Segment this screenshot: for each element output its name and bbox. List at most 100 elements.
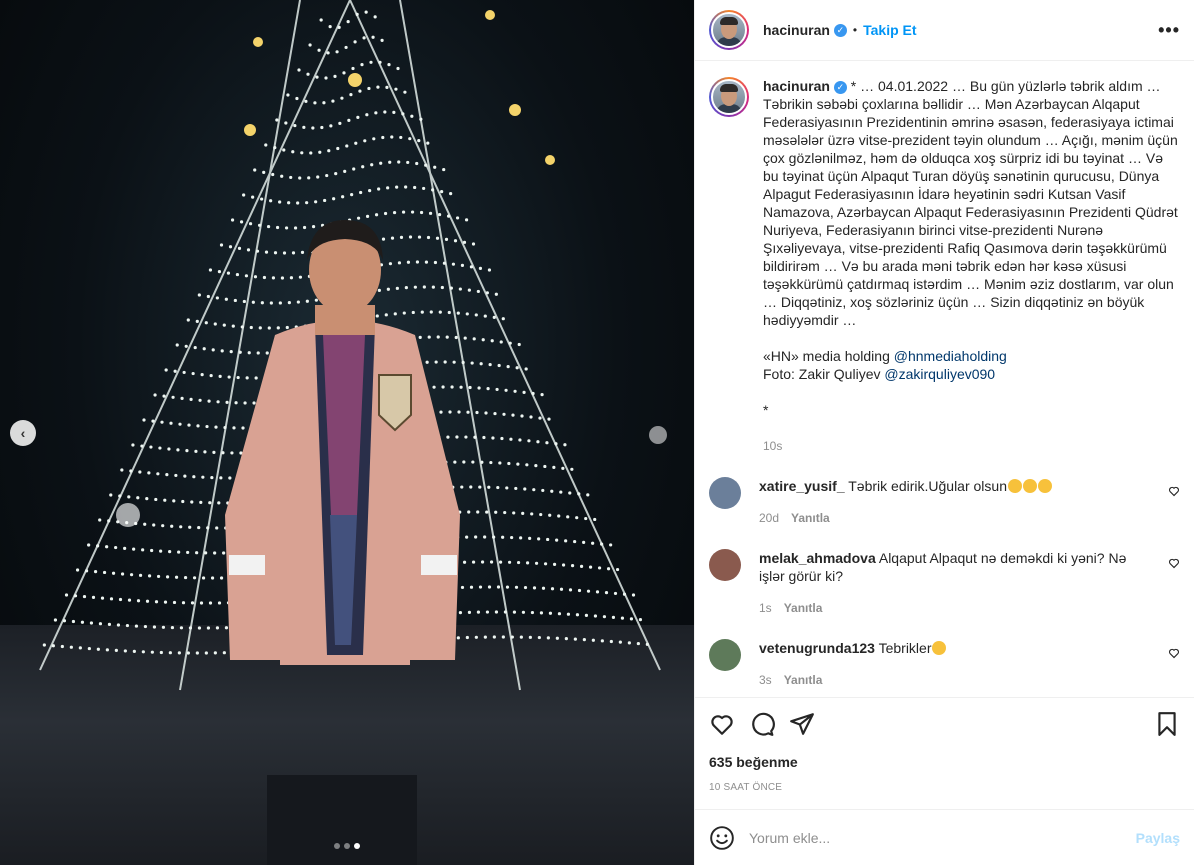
commenter-avatar[interactable] <box>709 477 741 509</box>
more-options-icon[interactable]: ••• <box>1158 20 1180 41</box>
header-username[interactable]: hacinuran <box>763 22 830 38</box>
tree-light <box>308 43 312 47</box>
tree-light <box>602 615 607 619</box>
tree-light <box>358 89 362 93</box>
tree-light <box>206 526 210 530</box>
tree-light <box>207 399 211 403</box>
avatar[interactable] <box>709 10 749 50</box>
post-media[interactable]: ‹ <box>0 0 694 865</box>
tree-light <box>431 188 435 192</box>
commenter-avatar[interactable] <box>709 639 741 671</box>
tree-light <box>566 612 571 616</box>
tree-light <box>550 587 555 591</box>
tree-light <box>364 10 368 14</box>
comment-like-heart-icon[interactable] <box>1168 485 1180 497</box>
emoji-icon <box>1037 479 1052 493</box>
tree-light <box>195 551 199 555</box>
like-heart-icon[interactable] <box>709 711 735 737</box>
tree-light <box>495 387 499 392</box>
carousel-dot-active <box>354 843 360 849</box>
tree-light <box>145 599 150 603</box>
tree-light <box>178 422 182 426</box>
tree-light <box>379 161 383 165</box>
tree-light <box>530 512 534 516</box>
carousel-prev-button[interactable]: ‹ <box>10 420 36 446</box>
reply-button[interactable]: Yanıtla <box>784 671 823 689</box>
reply-button[interactable]: Yanıtla <box>784 599 823 617</box>
tree-light <box>177 651 181 655</box>
tree-light <box>156 472 160 476</box>
tree-light <box>591 638 595 642</box>
tree-light <box>145 497 149 501</box>
tree-light <box>71 619 76 624</box>
tree-light <box>98 518 102 522</box>
comment-input[interactable] <box>749 829 1136 846</box>
tree-light <box>582 638 586 642</box>
tree-light <box>534 561 539 565</box>
tree-light <box>291 150 295 154</box>
tree-light <box>189 397 193 401</box>
tree-light <box>568 491 572 495</box>
post-comment-button[interactable]: Paylaş <box>1136 830 1180 846</box>
comment-row: xatire_yusif_ Təbrik edirik.Uğular olsun… <box>709 477 1180 527</box>
tree-light <box>96 647 100 651</box>
comment-age[interactable]: 3s <box>759 671 772 689</box>
tree-light <box>501 635 505 639</box>
tree-light <box>64 593 69 597</box>
comment-age[interactable]: 20d <box>759 509 779 527</box>
tree-light <box>304 99 308 103</box>
caption-avatar[interactable] <box>709 77 749 117</box>
comment-bubble-icon[interactable] <box>749 711 775 737</box>
comment-meta: 20d Yanıtla <box>759 509 1139 527</box>
comment-like-heart-icon[interactable] <box>1168 647 1180 659</box>
tree-light <box>477 386 481 390</box>
mention-link[interactable]: @hnmediaholding <box>894 348 1007 364</box>
follow-button[interactable]: Takip Et <box>863 22 916 38</box>
tree-light <box>172 499 176 503</box>
caption-username[interactable]: hacinuran <box>763 78 830 94</box>
tree-light <box>395 185 399 189</box>
tree-light <box>394 87 398 91</box>
tree-light <box>184 344 188 348</box>
commenter-username[interactable]: vetenugrunda123 <box>759 640 875 656</box>
mention-link[interactable]: @zakirquliyev090 <box>884 366 995 382</box>
tree-light <box>575 516 579 520</box>
tree-light <box>190 500 194 504</box>
tree-light <box>504 388 508 392</box>
tree-light <box>204 651 208 655</box>
tree-light <box>510 635 514 639</box>
share-send-icon[interactable] <box>789 711 815 737</box>
tree-light <box>315 75 319 79</box>
emoji-smiley-icon[interactable] <box>709 825 735 851</box>
tree-light <box>474 635 478 639</box>
tree-light <box>269 199 273 203</box>
commenter-username[interactable]: melak_ahmadova <box>759 550 876 566</box>
tree-light <box>489 560 494 564</box>
like-count[interactable]: 635 beğenme <box>709 754 1180 770</box>
commenter-username[interactable]: xatire_yusif_ <box>759 478 845 494</box>
comments-section[interactable]: hacinuran ✓ * … 04.01.2022 … Bu gün yüzlə… <box>695 61 1194 697</box>
tree-light <box>380 38 384 42</box>
tree-light <box>161 524 165 528</box>
reply-button[interactable]: Yanıtla <box>791 509 830 527</box>
tree-light <box>118 597 123 602</box>
tree-light <box>377 187 381 191</box>
tree-light <box>194 449 198 453</box>
tree-light <box>645 642 649 646</box>
tree-light <box>415 161 419 166</box>
tree-light <box>203 450 207 454</box>
tree-light <box>476 610 481 614</box>
tree-light <box>62 619 67 623</box>
comment-like-heart-icon[interactable] <box>1168 557 1180 569</box>
tree-light <box>568 588 573 592</box>
post-timestamp[interactable]: 10 SAAT ÖNCE <box>709 782 1180 793</box>
tree-light <box>289 175 293 180</box>
tree-light <box>606 567 611 571</box>
commenter-avatar[interactable] <box>709 549 741 581</box>
save-bookmark-icon[interactable] <box>1154 711 1180 737</box>
tree-light <box>280 174 284 178</box>
comment-age[interactable]: 1s <box>759 599 772 617</box>
tree-light <box>198 398 202 402</box>
tree-light <box>197 293 201 297</box>
tree-light <box>116 623 121 627</box>
